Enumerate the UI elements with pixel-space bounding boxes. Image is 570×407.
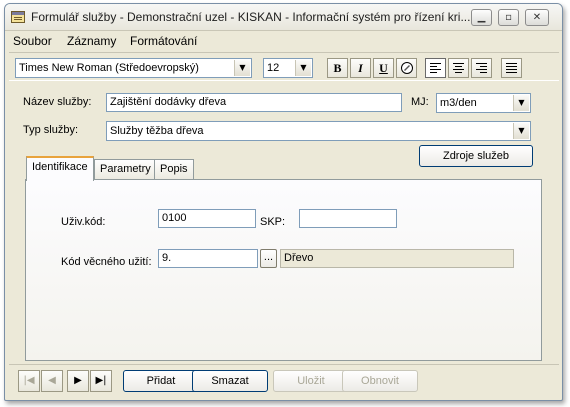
bold-button[interactable]: B xyxy=(327,58,348,78)
align-right-button[interactable] xyxy=(471,58,492,78)
title-bar[interactable]: Formulář služby - Demonstrační uzel - KI… xyxy=(5,4,562,31)
first-record-button[interactable]: |◀ xyxy=(18,370,40,392)
kod-description-field: Dřevo xyxy=(280,249,514,268)
previous-record-button[interactable]: ◀ xyxy=(41,370,63,392)
menu-soubor[interactable]: Soubor xyxy=(13,34,52,48)
uziv-kod-field[interactable]: 0100 xyxy=(158,209,256,228)
align-left-button[interactable] xyxy=(425,58,446,78)
menu-bar: Soubor Záznamy Formátování xyxy=(5,31,562,51)
chevron-down-icon[interactable]: ▼ xyxy=(513,95,529,111)
color-picker-icon xyxy=(400,62,413,74)
form-icon xyxy=(11,11,25,23)
zdroje-sluzeb-button[interactable]: Zdroje služeb xyxy=(419,145,533,167)
typ-label: Typ služby: xyxy=(23,124,79,136)
skp-label: SKP: xyxy=(260,216,286,228)
font-size-select[interactable]: 12 ▼ xyxy=(263,58,313,78)
nazev-field[interactable]: Zajištění dodávky dřeva xyxy=(106,93,402,112)
smazat-button[interactable]: Smazat xyxy=(192,370,268,392)
chevron-down-icon[interactable]: ▼ xyxy=(513,123,529,139)
menu-zaznamy[interactable]: Záznamy xyxy=(67,34,116,48)
chevron-down-icon[interactable]: ▼ xyxy=(234,60,250,76)
bullet-list-icon xyxy=(506,63,517,75)
nazev-label: Název služby: xyxy=(23,96,92,108)
tab-popis[interactable]: Popis xyxy=(154,159,194,179)
browse-button[interactable]: ... xyxy=(260,249,277,268)
identifikace-panel xyxy=(25,179,542,361)
typ-value: Služby těžba dřeva xyxy=(110,125,204,137)
record-navigation-bar: |◀ ◀ ▶ ▶| Přidat Smazat Uložit Obnovit xyxy=(9,364,559,398)
window-title: Formulář služby - Demonstrační uzel - KI… xyxy=(31,10,471,24)
color-picker-button[interactable] xyxy=(396,58,417,78)
pridat-button[interactable]: Přidat xyxy=(123,370,199,392)
tab-identifikace[interactable]: Identifikace xyxy=(26,156,94,181)
align-center-icon xyxy=(453,63,464,75)
menu-formatovani[interactable]: Formátování xyxy=(130,34,197,48)
app-window: Formulář služby - Demonstrační uzel - KI… xyxy=(4,3,563,401)
mj-value: m3/den xyxy=(440,97,477,109)
kod-vecneho-uziti-label: Kód věcného užití: xyxy=(61,256,152,268)
chevron-down-icon[interactable]: ▼ xyxy=(295,60,311,76)
uziv-kod-label: Uživ.kód: xyxy=(61,216,106,228)
align-right-icon xyxy=(476,63,487,75)
typ-select[interactable]: Služby těžba dřeva ▼ xyxy=(106,121,531,141)
minimize-button[interactable]: ▁ xyxy=(471,9,492,26)
maximize-button[interactable]: ▫ xyxy=(498,9,519,26)
skp-field[interactable] xyxy=(299,209,397,228)
align-center-button[interactable] xyxy=(448,58,469,78)
last-record-button[interactable]: ▶| xyxy=(90,370,112,392)
format-toolbar: Times New Roman (Středoevropský) ▼ 12 ▼ … xyxy=(9,52,559,81)
kod-vecneho-uziti-field[interactable]: 9. xyxy=(158,249,258,268)
ulozit-button[interactable]: Uložit xyxy=(273,370,349,392)
italic-button[interactable]: I xyxy=(350,58,371,78)
font-size-value: 12 xyxy=(267,62,280,74)
align-left-icon xyxy=(430,63,441,75)
tab-parametry[interactable]: Parametry xyxy=(94,159,157,179)
next-record-button[interactable]: ▶ xyxy=(67,370,89,392)
bullet-list-button[interactable] xyxy=(501,58,522,78)
underline-button[interactable]: U xyxy=(373,58,394,78)
font-name-value: Times New Roman (Středoevropský) xyxy=(19,62,199,74)
obnovit-button[interactable]: Obnovit xyxy=(342,370,418,392)
close-button[interactable]: ✕ xyxy=(525,9,549,26)
mj-label: MJ: xyxy=(411,96,429,108)
font-name-select[interactable]: Times New Roman (Středoevropský) ▼ xyxy=(15,58,252,78)
mj-select[interactable]: m3/den ▼ xyxy=(436,93,531,113)
